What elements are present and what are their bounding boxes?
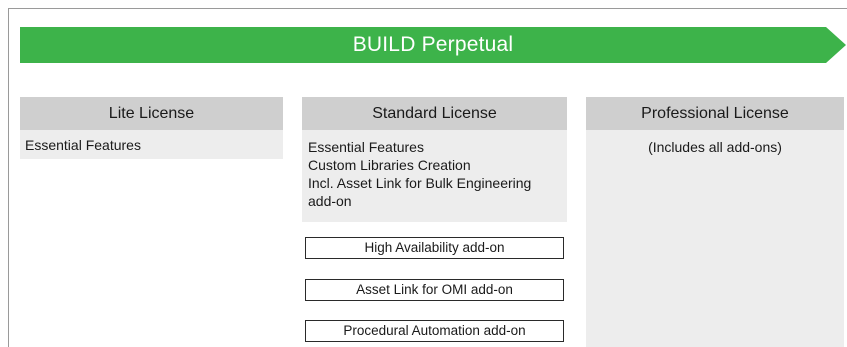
lite-license-header: Lite License [20,97,283,130]
standard-license-features: Essential Features Custom Libraries Crea… [302,130,567,222]
standard-feature-item: Essential Features [308,139,424,155]
standard-feature-item: Custom Libraries Creation [308,157,471,173]
lite-feature-item: Essential Features [25,137,141,153]
addon-procedural-automation: Procedural Automation add-on [305,320,564,342]
banner-title: BUILD Perpetual [352,33,514,56]
lite-license-features: Essential Features [20,130,283,159]
build-perpetual-banner: BUILD Perpetual [20,27,846,63]
standard-feature-item: Incl. Asset Link for Bulk Engineering [308,175,532,191]
addon-high-availability: High Availability add-on [305,237,564,259]
standard-feature-item: add-on [308,193,352,209]
professional-feature-item: (Includes all add-ons) [648,139,782,155]
professional-license-header: Professional License [586,97,844,130]
professional-license-features: (Includes all add-ons) [586,130,844,347]
standard-license-header: Standard License [302,97,567,130]
addon-asset-link-omi: Asset Link for OMI add-on [305,279,564,301]
